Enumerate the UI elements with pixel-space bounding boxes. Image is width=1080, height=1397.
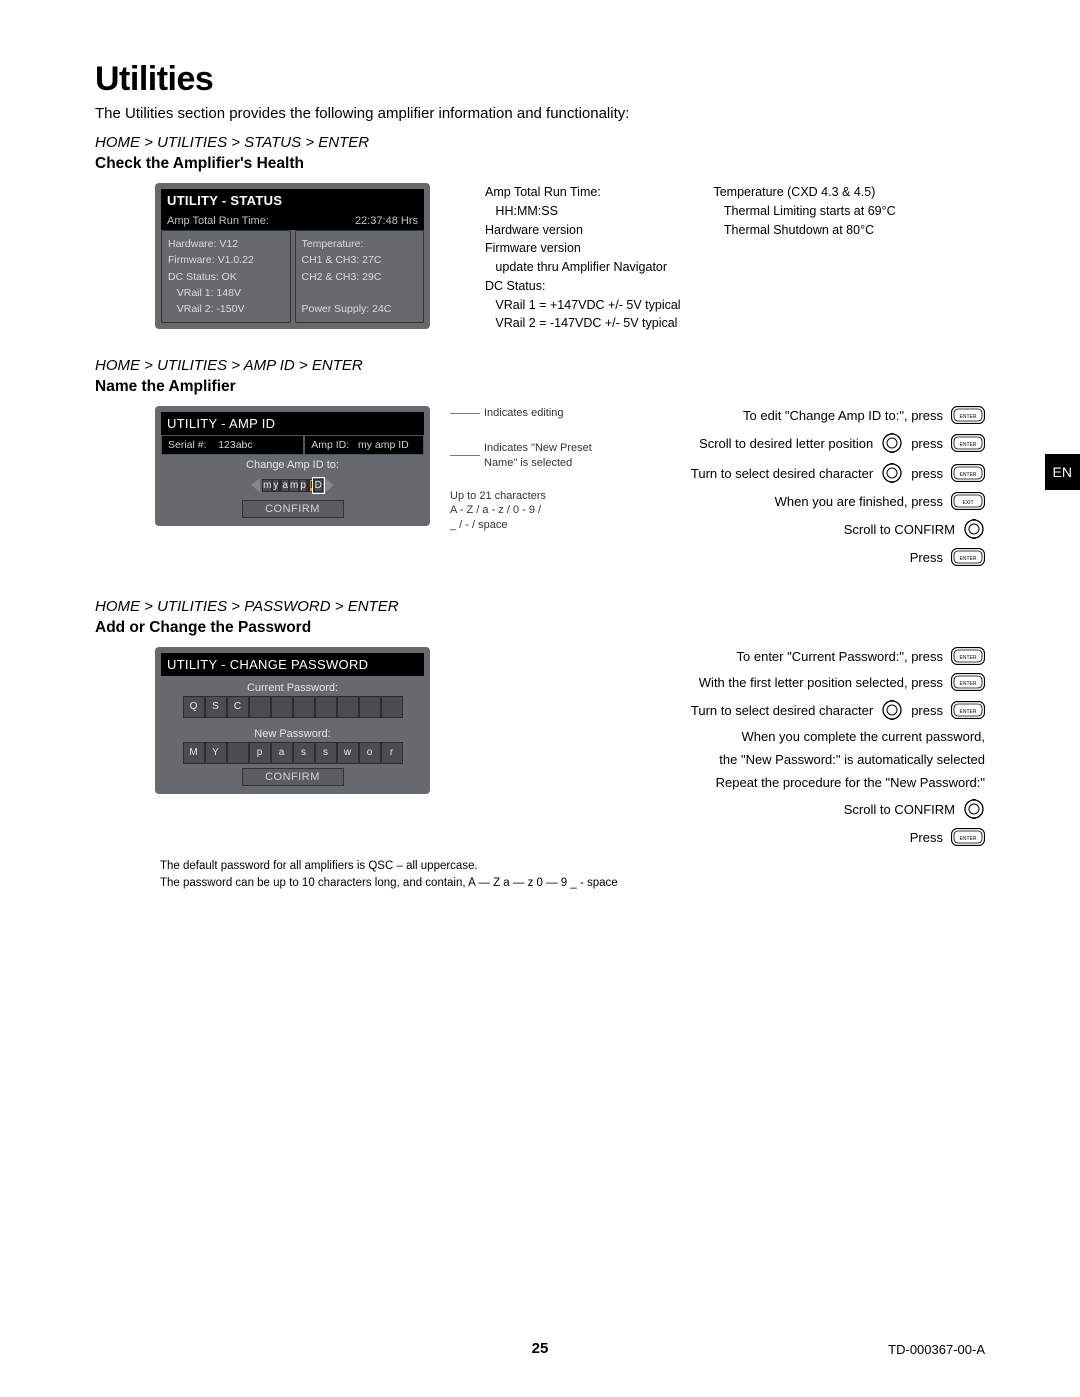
lcd-runtime-row: Amp Total Run Time: 22:37:48 Hrs bbox=[161, 212, 424, 230]
password-footnotes: The default password for all amplifiers … bbox=[160, 858, 985, 891]
char-cell[interactable]: p bbox=[249, 742, 271, 764]
breadcrumb-ampid: HOME > UTILITIES > AMP ID > ENTER bbox=[95, 357, 985, 374]
dial-icon bbox=[881, 462, 903, 484]
char-cell[interactable] bbox=[271, 696, 293, 718]
lcd-status-right-col: Temperature:CH1 & CH3: 27CCH2 & CH3: 29C… bbox=[295, 230, 425, 323]
char-strip-ampid[interactable]: myampID bbox=[161, 475, 424, 494]
char-cell[interactable] bbox=[293, 696, 315, 718]
svg-text:ENTER: ENTER bbox=[960, 442, 977, 448]
char-cell[interactable]: o bbox=[359, 742, 381, 764]
dial-icon bbox=[963, 518, 985, 540]
svg-text:ENTER: ENTER bbox=[960, 414, 977, 420]
arrow-right-icon[interactable] bbox=[325, 478, 334, 492]
char-cell[interactable]: p bbox=[299, 479, 307, 492]
enter-button-icon: ENTER bbox=[951, 464, 985, 482]
language-tab: EN bbox=[1045, 454, 1080, 490]
svg-text:ENTER: ENTER bbox=[960, 556, 977, 562]
svg-text:ENTER: ENTER bbox=[960, 836, 977, 842]
dial-icon bbox=[881, 699, 903, 721]
char-cell[interactable]: Y bbox=[205, 742, 227, 764]
status-info-text: Amp Total Run Time: HH:MM:SSHardware ver… bbox=[485, 183, 933, 333]
enter-button-icon: ENTER bbox=[951, 434, 985, 452]
svg-text:ENTER: ENTER bbox=[960, 472, 977, 478]
new-password-label: New Password: bbox=[161, 722, 424, 742]
page-title: Utilities bbox=[95, 60, 985, 99]
char-cell[interactable] bbox=[249, 696, 271, 718]
current-password-label: Current Password: bbox=[161, 676, 424, 696]
lcd-serial-cell: Serial #: 123abc bbox=[161, 435, 304, 455]
ampid-instructions: To edit "Change Amp ID to:", pressENTERS… bbox=[691, 406, 985, 574]
doc-id: TD-000367-00-A bbox=[888, 1342, 985, 1357]
confirm-button[interactable]: CONFIRM bbox=[242, 500, 344, 518]
intro-text: The Utilities section provides the follo… bbox=[95, 105, 985, 122]
dial-icon bbox=[881, 432, 903, 454]
subhead-status: Check the Amplifier's Health bbox=[95, 155, 985, 173]
enter-button-icon: ENTER bbox=[951, 647, 985, 665]
arrow-left-icon[interactable] bbox=[251, 478, 260, 492]
lcd-status-left-col: Hardware: V12Firmware: V1.0.22DC Status:… bbox=[161, 230, 291, 323]
lcd-status-panel: UTILITY - STATUS Amp Total Run Time: 22:… bbox=[155, 183, 430, 329]
lcd-ampid-cell: Amp ID: my amp ID bbox=[304, 435, 424, 455]
subhead-ampid: Name the Amplifier bbox=[95, 378, 985, 396]
svg-text:ENTER: ENTER bbox=[960, 655, 977, 661]
lcd-password-title: UTILITY - CHANGE PASSWORD bbox=[161, 653, 424, 676]
dial-icon bbox=[963, 798, 985, 820]
ampid-callouts: Indicates editing Indicates "New Preset … bbox=[450, 406, 594, 533]
char-cell[interactable]: w bbox=[337, 742, 359, 764]
breadcrumb-status: HOME > UTILITIES > STATUS > ENTER bbox=[95, 134, 985, 151]
password-instructions: To enter "Current Password:", pressENTER… bbox=[691, 647, 985, 854]
char-cell[interactable]: S bbox=[205, 696, 227, 718]
enter-button-icon: ENTER bbox=[951, 406, 985, 424]
lcd-change-label: Change Amp ID to: bbox=[161, 455, 424, 473]
char-cell[interactable]: a bbox=[271, 742, 293, 764]
svg-text:EXIT: EXIT bbox=[962, 500, 973, 506]
lcd-status-title: UTILITY - STATUS bbox=[161, 189, 424, 212]
lcd-password-panel: UTILITY - CHANGE PASSWORD Current Passwo… bbox=[155, 647, 430, 794]
new-password-cells[interactable]: MYpasswor bbox=[161, 742, 424, 764]
subhead-password: Add or Change the Password bbox=[95, 619, 985, 637]
enter-button-icon: ENTER bbox=[951, 828, 985, 846]
char-cell[interactable]: M bbox=[183, 742, 205, 764]
svg-text:ENTER: ENTER bbox=[960, 709, 977, 715]
enter-button-icon: ENTER bbox=[951, 548, 985, 566]
char-cell[interactable] bbox=[227, 742, 249, 764]
char-cell[interactable]: r bbox=[381, 742, 403, 764]
char-cell[interactable] bbox=[381, 696, 403, 718]
confirm-button[interactable]: CONFIRM bbox=[242, 768, 344, 786]
breadcrumb-password: HOME > UTILITIES > PASSWORD > ENTER bbox=[95, 598, 985, 615]
exit-button-icon: EXIT bbox=[951, 492, 985, 510]
char-cell[interactable]: D bbox=[314, 479, 323, 492]
char-cell[interactable]: m bbox=[289, 479, 299, 492]
char-cell[interactable]: I bbox=[309, 479, 314, 492]
char-cell[interactable]: C bbox=[227, 696, 249, 718]
enter-button-icon: ENTER bbox=[951, 673, 985, 691]
char-cell[interactable]: m bbox=[262, 479, 272, 492]
char-cell[interactable] bbox=[315, 696, 337, 718]
current-password-cells[interactable]: QSC bbox=[161, 696, 424, 718]
char-cell[interactable]: Q bbox=[183, 696, 205, 718]
char-cell[interactable]: a bbox=[281, 479, 289, 492]
enter-button-icon: ENTER bbox=[951, 701, 985, 719]
lcd-ampid-title: UTILITY - AMP ID bbox=[161, 412, 424, 435]
char-cell[interactable]: s bbox=[315, 742, 337, 764]
lcd-ampid-panel: UTILITY - AMP ID Serial #: 123abc Amp ID… bbox=[155, 406, 430, 526]
char-cell[interactable]: s bbox=[293, 742, 315, 764]
char-cell[interactable] bbox=[337, 696, 359, 718]
char-cell[interactable] bbox=[359, 696, 381, 718]
svg-text:ENTER: ENTER bbox=[960, 681, 977, 687]
